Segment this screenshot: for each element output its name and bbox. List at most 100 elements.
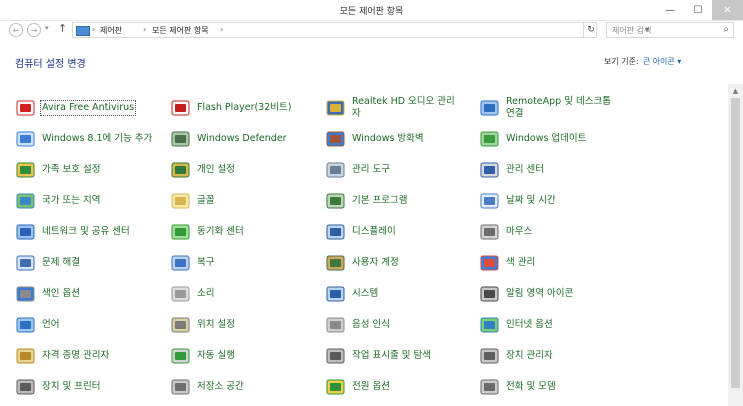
item-label[interactable]: 복구 <box>197 257 214 269</box>
item-label[interactable]: Realtek HD 오디오 관리자 <box>352 96 462 120</box>
forward-button[interactable]: → <box>27 23 41 37</box>
item-label[interactable]: Windows 방화벽 <box>352 133 424 145</box>
search-input[interactable]: 제어판 검색 ⌕ <box>606 22 734 38</box>
item-label[interactable]: 기본 프로그램 <box>352 195 407 207</box>
control-panel-item[interactable]: 동기화 센터 <box>171 218 321 246</box>
scroll-up-arrow[interactable]: ▲ <box>728 84 743 98</box>
item-label[interactable]: 디스플레이 <box>352 226 396 238</box>
breadcrumb-control-panel[interactable]: 제어판 <box>100 25 122 36</box>
control-panel-item[interactable]: 글꼴 <box>171 187 321 215</box>
item-label[interactable]: 관리 도구 <box>352 164 390 176</box>
control-panel-item[interactable]: 문제 해결 <box>16 249 166 277</box>
breadcrumb-all-items[interactable]: 모든 제어판 항목 <box>152 25 209 36</box>
item-label[interactable]: 소리 <box>197 288 214 300</box>
item-label[interactable]: 동기화 센터 <box>197 226 244 238</box>
item-label[interactable]: Windows Defender <box>197 133 287 145</box>
address-bar[interactable]: › 제어판 › 모든 제어판 항목 › ▾ <box>72 22 649 38</box>
control-panel-item[interactable]: 기본 프로그램 <box>326 187 476 215</box>
item-label[interactable]: 색 관리 <box>506 257 535 269</box>
control-panel-item[interactable]: Windows 방화벽 <box>326 125 476 153</box>
breadcrumb-separator[interactable]: › <box>143 25 146 34</box>
control-panel-item[interactable]: 장치 관리자 <box>480 342 630 370</box>
control-panel-item[interactable]: Avira Free Antivirus <box>16 94 166 122</box>
control-panel-item[interactable]: 소리 <box>171 280 321 308</box>
control-panel-item[interactable]: 시스템 <box>326 280 476 308</box>
item-label[interactable]: 국가 또는 지역 <box>42 195 100 207</box>
breadcrumb-separator[interactable]: › <box>220 25 223 34</box>
control-panel-item[interactable]: 장치 및 프린터 <box>16 373 166 401</box>
minimize-button[interactable]: — <box>656 0 684 20</box>
item-label[interactable]: 장치 및 프린터 <box>42 381 100 393</box>
item-label[interactable]: 마우스 <box>506 226 532 238</box>
control-panel-item[interactable]: 관리 센터 <box>480 156 630 184</box>
control-panel-item[interactable]: 자격 증명 관리자 <box>16 342 166 370</box>
item-label[interactable]: 인터넷 옵션 <box>506 319 553 331</box>
item-label[interactable]: 전원 옵션 <box>352 381 390 393</box>
control-panel-item[interactable]: 인터넷 옵션 <box>480 311 630 339</box>
control-panel-item[interactable]: 색인 옵션 <box>16 280 166 308</box>
control-panel-item[interactable]: 전화 및 모뎀 <box>480 373 630 401</box>
vertical-scrollbar[interactable]: ▲ <box>728 84 743 406</box>
control-panel-item[interactable]: Flash Player(32비트) <box>171 94 321 122</box>
item-label[interactable]: 시스템 <box>352 288 378 300</box>
close-button[interactable]: ✕ <box>712 0 743 20</box>
control-panel-item[interactable]: 저장소 공간 <box>171 373 321 401</box>
control-panel-item[interactable]: Realtek HD 오디오 관리자 <box>326 94 476 122</box>
item-label[interactable]: Avira Free Antivirus <box>39 100 137 116</box>
item-label[interactable]: 글꼴 <box>197 195 214 207</box>
item-label[interactable]: 관리 센터 <box>506 164 544 176</box>
item-label[interactable]: 자격 증명 관리자 <box>42 350 109 362</box>
control-panel-item[interactable]: Windows 업데이트 <box>480 125 630 153</box>
control-panel-item[interactable]: RemoteApp 및 데스크톱 연결 <box>480 94 630 122</box>
item-label[interactable]: 음성 인식 <box>352 319 390 331</box>
control-panel-item[interactable]: 언어 <box>16 311 166 339</box>
control-panel-item[interactable]: Windows 8.1에 기능 추가 <box>16 125 166 153</box>
item-label[interactable]: Windows 8.1에 기능 추가 <box>42 133 152 145</box>
control-panel-item[interactable]: 디스플레이 <box>326 218 476 246</box>
item-label[interactable]: Windows 업데이트 <box>506 133 586 145</box>
item-label[interactable]: 저장소 공간 <box>197 381 244 393</box>
scrollbar-thumb[interactable] <box>731 98 740 388</box>
item-label[interactable]: 장치 관리자 <box>506 350 553 362</box>
control-panel-item[interactable]: 날짜 및 시간 <box>480 187 630 215</box>
maximize-button[interactable]: ☐ <box>684 0 712 20</box>
control-panel-item[interactable]: 마우스 <box>480 218 630 246</box>
item-label[interactable]: 개인 설정 <box>197 164 235 176</box>
control-panel-item[interactable]: 자동 실행 <box>171 342 321 370</box>
item-label[interactable]: RemoteApp 및 데스크톱 연결 <box>506 96 616 120</box>
item-label[interactable]: 날짜 및 시간 <box>506 195 556 207</box>
refresh-button[interactable]: ↻ <box>583 22 598 38</box>
search-icon[interactable]: ⌕ <box>723 24 729 35</box>
item-label[interactable]: 문제 해결 <box>42 257 80 269</box>
control-panel-item[interactable]: 색 관리 <box>480 249 630 277</box>
item-label[interactable]: 색인 옵션 <box>42 288 80 300</box>
item-label[interactable]: 가족 보호 설정 <box>42 164 100 176</box>
breadcrumb-separator[interactable]: › <box>92 25 95 34</box>
control-panel-item[interactable]: Windows Defender <box>171 125 321 153</box>
recent-locations-dropdown[interactable]: ▾ <box>45 24 49 32</box>
back-button[interactable]: ← <box>9 23 23 37</box>
control-panel-item[interactable]: 전원 옵션 <box>326 373 476 401</box>
item-label[interactable]: 자동 실행 <box>197 350 235 362</box>
control-panel-item[interactable]: 작업 표시줄 및 탐색 <box>326 342 476 370</box>
control-panel-item[interactable]: 국가 또는 지역 <box>16 187 166 215</box>
control-panel-item[interactable]: 알림 영역 아이콘 <box>480 280 630 308</box>
control-panel-item[interactable]: 복구 <box>171 249 321 277</box>
item-label[interactable]: 작업 표시줄 및 탐색 <box>352 350 431 362</box>
view-by-dropdown[interactable]: 큰 아이콘 ▾ <box>643 57 682 66</box>
control-panel-item[interactable]: 위치 설정 <box>171 311 321 339</box>
item-label[interactable]: 위치 설정 <box>197 319 235 331</box>
item-label[interactable]: 네트워크 및 공유 센터 <box>42 226 130 238</box>
control-panel-item[interactable]: 개인 설정 <box>171 156 321 184</box>
item-label[interactable]: 사용자 계정 <box>352 257 399 269</box>
item-label[interactable]: Flash Player(32비트) <box>197 102 291 114</box>
item-label[interactable]: 전화 및 모뎀 <box>506 381 556 393</box>
item-label[interactable]: 알림 영역 아이콘 <box>506 288 573 300</box>
control-panel-item[interactable]: 사용자 계정 <box>326 249 476 277</box>
control-panel-item[interactable]: 네트워크 및 공유 센터 <box>16 218 166 246</box>
item-label[interactable]: 언어 <box>42 319 59 331</box>
control-panel-item[interactable]: 관리 도구 <box>326 156 476 184</box>
up-button[interactable]: ↑ <box>58 22 67 35</box>
control-panel-item[interactable]: 음성 인식 <box>326 311 476 339</box>
control-panel-item[interactable]: 가족 보호 설정 <box>16 156 166 184</box>
